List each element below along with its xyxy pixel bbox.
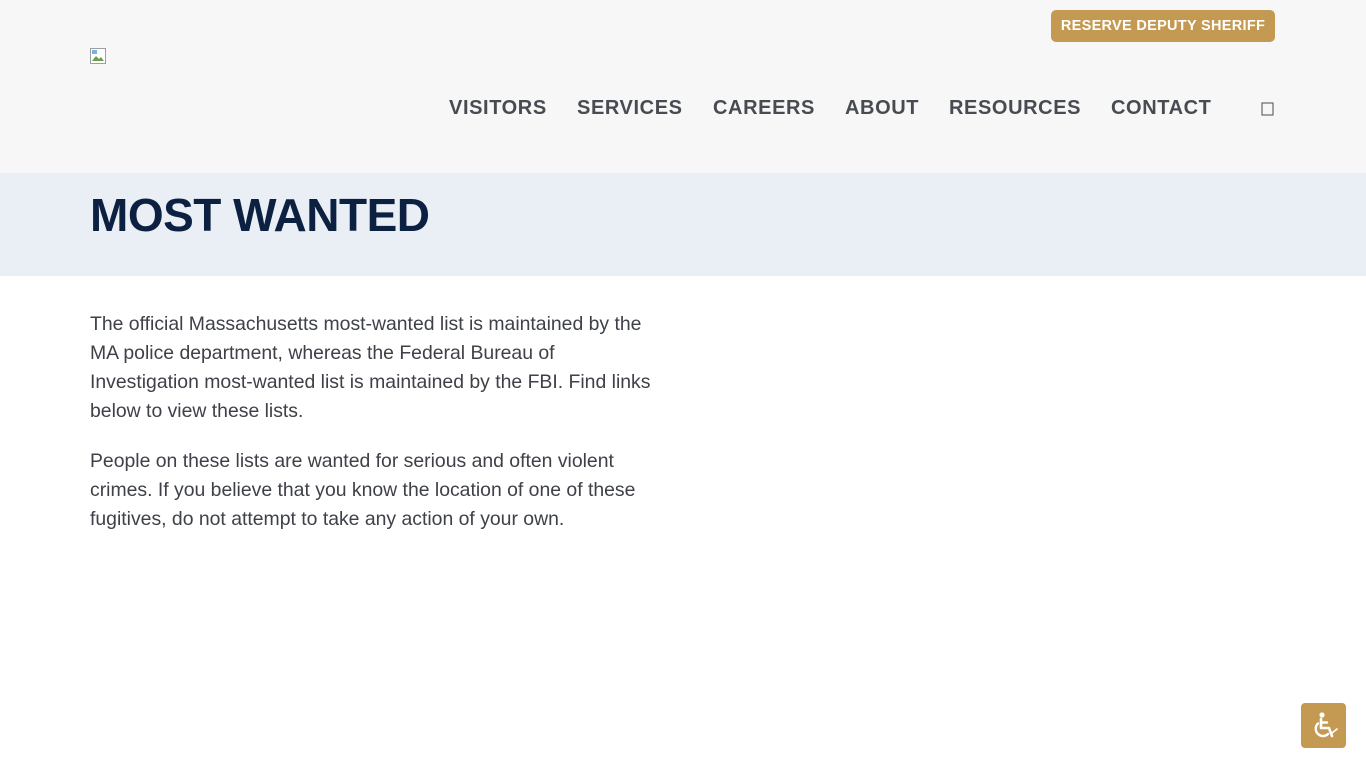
nav-item-resources[interactable]: RESOURCES xyxy=(949,94,1081,122)
nav-item-careers[interactable]: CAREERS xyxy=(713,94,815,122)
nav-item-services[interactable]: SERVICES xyxy=(577,94,683,122)
reserve-deputy-sheriff-button[interactable]: RESERVE DEPUTY SHERIFF xyxy=(1051,10,1275,42)
warning-paragraph: People on these lists are wanted for ser… xyxy=(90,450,636,530)
nav-item-contact[interactable]: CONTACT xyxy=(1111,94,1211,122)
site-logo[interactable] xyxy=(90,48,106,64)
main-content: The official Massachusetts most-wanted l… xyxy=(90,310,665,555)
site-header: RESERVE DEPUTY SHERIFF VISITORS SERVICES… xyxy=(0,0,1366,173)
search-icon[interactable] xyxy=(1261,101,1274,117)
page-title: MOST WANTED xyxy=(90,189,430,241)
accessibility-button[interactable] xyxy=(1301,703,1346,748)
intro-paragraph: The official Massachusetts most-wanted l… xyxy=(90,313,651,422)
broken-image-icon xyxy=(90,48,106,64)
wheelchair-icon xyxy=(1314,711,1338,737)
nav-item-about[interactable]: ABOUT xyxy=(845,94,919,122)
nav-item-visitors[interactable]: VISITORS xyxy=(449,94,547,122)
